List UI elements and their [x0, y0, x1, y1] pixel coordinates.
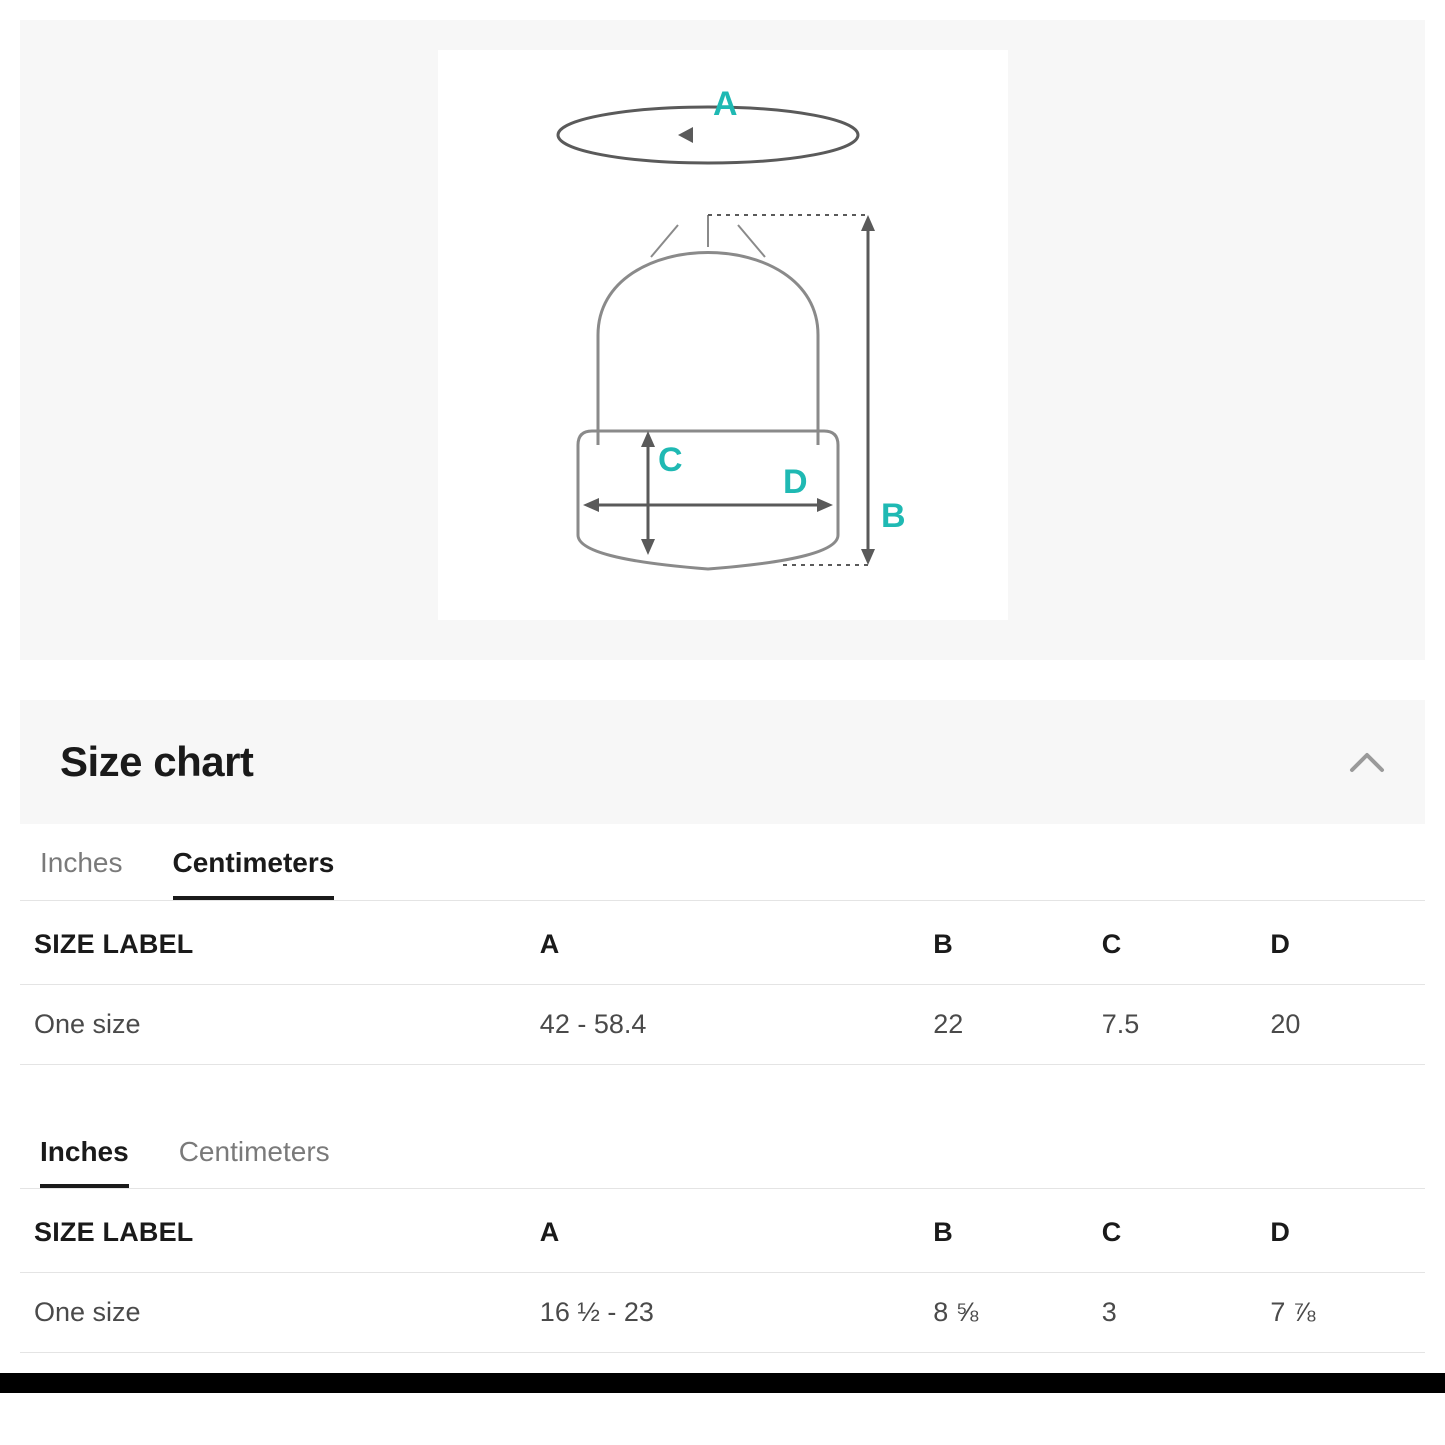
- size-chart-panel: Size chart Inches Centimeters SIZE LABEL…: [20, 700, 1425, 1065]
- cell-c: 7.5: [1088, 984, 1257, 1064]
- cell-label: One size: [20, 1273, 526, 1353]
- size-chart-inches-block: Inches Centimeters SIZE LABEL A B C D On…: [20, 1113, 1425, 1354]
- col-c: C: [1088, 905, 1257, 985]
- cell-d: 20: [1256, 984, 1425, 1064]
- size-chart-title: Size chart: [60, 738, 253, 786]
- unit-tabs-cm-block: Inches Centimeters: [20, 824, 1425, 900]
- col-b: B: [919, 905, 1088, 985]
- cell-b: 8 ⅝: [919, 1273, 1088, 1353]
- size-table-centimeters: SIZE LABEL A B C D One size 42 - 58.4 22…: [20, 905, 1425, 1065]
- col-a: A: [526, 1193, 919, 1273]
- beanie-diagram: A B C D: [483, 75, 963, 595]
- cell-d: 7 ⅞: [1256, 1273, 1425, 1353]
- col-size-label: SIZE LABEL: [20, 1193, 526, 1273]
- cell-b: 22: [919, 984, 1088, 1064]
- cell-label: One size: [20, 984, 526, 1064]
- unit-tabs-in-block: Inches Centimeters: [20, 1113, 1425, 1189]
- tab-centimeters[interactable]: Centimeters: [179, 1135, 330, 1189]
- col-size-label: SIZE LABEL: [20, 905, 526, 985]
- diagram-label-a: A: [713, 85, 738, 123]
- col-a: A: [526, 905, 919, 985]
- diagram-panel: A B C D: [20, 20, 1425, 660]
- footer-bar: [0, 1373, 1445, 1393]
- tab-inches[interactable]: Inches: [40, 1135, 129, 1189]
- col-d: D: [1256, 905, 1425, 985]
- cell-a: 42 - 58.4: [526, 984, 919, 1064]
- table-row: One size 16 ½ - 23 8 ⅝ 3 7 ⅞: [20, 1273, 1425, 1353]
- size-chart-header[interactable]: Size chart: [20, 700, 1425, 824]
- cell-a: 16 ½ - 23: [526, 1273, 919, 1353]
- diagram-box: A B C D: [438, 50, 1008, 620]
- cell-c: 3: [1088, 1273, 1257, 1353]
- size-table-inches: SIZE LABEL A B C D One size 16 ½ - 23 8 …: [20, 1193, 1425, 1353]
- col-d: D: [1256, 1193, 1425, 1273]
- tab-inches[interactable]: Inches: [40, 846, 123, 900]
- chevron-up-icon[interactable]: [1349, 744, 1385, 780]
- diagram-label-d: D: [783, 463, 808, 501]
- col-c: C: [1088, 1193, 1257, 1273]
- diagram-label-b: B: [881, 497, 906, 535]
- diagram-label-c: C: [658, 441, 683, 479]
- col-b: B: [919, 1193, 1088, 1273]
- tab-centimeters[interactable]: Centimeters: [173, 846, 335, 900]
- table-row: One size 42 - 58.4 22 7.5 20: [20, 984, 1425, 1064]
